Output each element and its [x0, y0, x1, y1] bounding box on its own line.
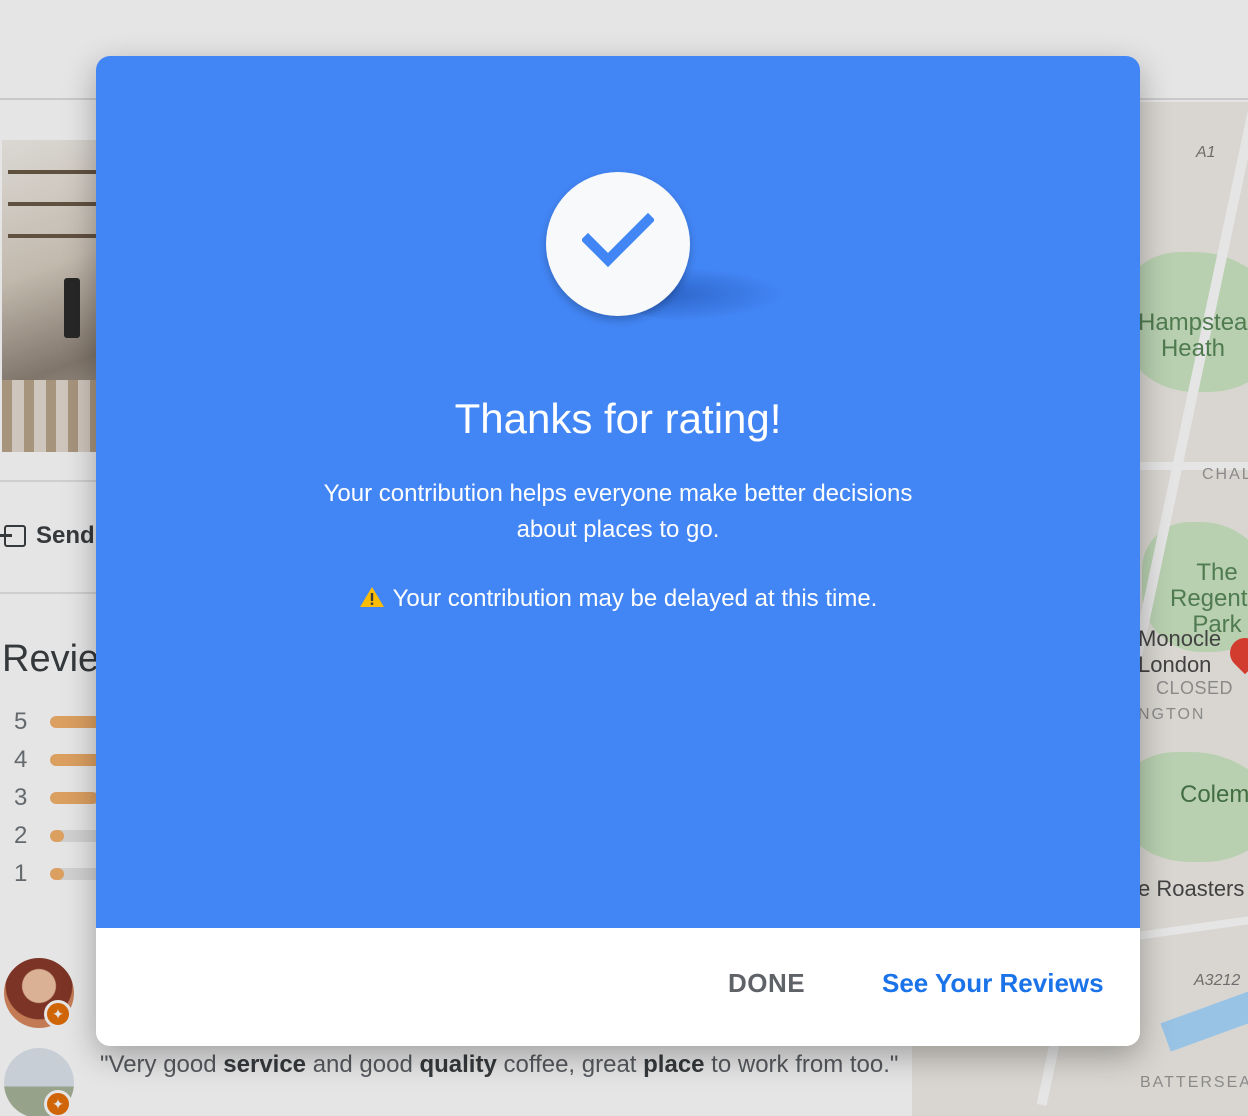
- done-button[interactable]: DONE: [728, 968, 805, 999]
- dialog-header-panel: Thanks for rating! Your contribution hel…: [96, 56, 1140, 928]
- dialog-message: Your contribution helps everyone make be…: [323, 480, 913, 543]
- delay-warning: Your contribution may be delayed at this…: [96, 582, 1140, 618]
- delay-warning-text: Your contribution may be delayed at this…: [392, 585, 878, 612]
- dialog-title: Thanks for rating!: [454, 395, 782, 442]
- check-icon: [546, 172, 690, 316]
- see-your-reviews-button[interactable]: See Your Reviews: [882, 968, 1104, 999]
- rating-confirmation-dialog: Thanks for rating! Your contribution hel…: [96, 56, 1140, 1046]
- warning-icon: [359, 584, 385, 618]
- dialog-actions: DONE See Your Reviews: [96, 928, 1140, 1046]
